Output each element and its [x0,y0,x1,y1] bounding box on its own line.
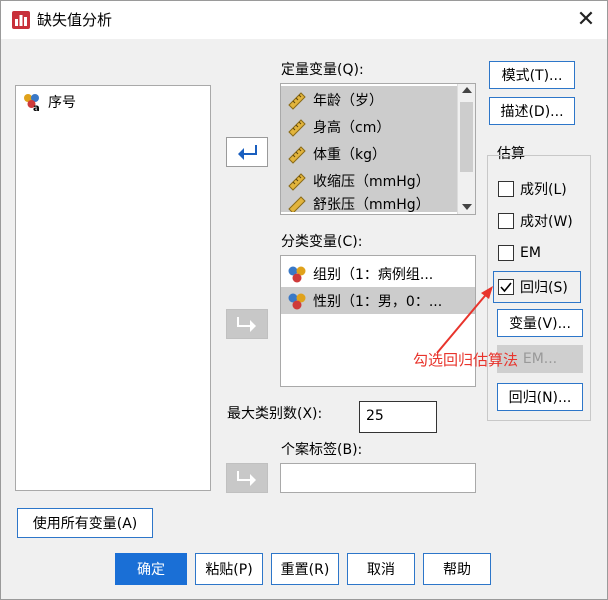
list-item-label: 年龄（岁） [313,92,383,109]
use-all-variables-button[interactable]: 使用所有变量(A) [17,508,153,538]
em-checkbox[interactable] [498,245,514,261]
em-label: EM [520,245,541,261]
case-label-label: 个案标签(B): [281,442,363,458]
list-item[interactable]: 年龄（岁） [281,86,457,113]
checkmark-icon [500,282,512,293]
variables-button[interactable]: 变量(V)... [497,309,583,337]
list-item[interactable]: 体重（kg） [281,140,457,167]
arrow-left-icon [238,145,257,160]
listwise-option[interactable]: 成列(L) [498,179,567,199]
arrow-right-icon [237,471,256,486]
close-icon[interactable]: ✕ [573,7,599,33]
list-item[interactable]: 收缩压（mmHg） [281,167,457,194]
max-categories-input[interactable]: 25 [359,401,437,433]
source-variable-list[interactable]: a 序号 [15,85,211,491]
list-item-label: 身高（cm） [313,119,391,136]
help-button[interactable]: 帮助 [423,553,491,585]
scale-variable-icon [288,118,306,137]
scale-variable-icon [288,145,306,164]
pairwise-option[interactable]: 成对(W) [498,211,573,231]
paste-button[interactable]: 粘贴(P) [195,553,263,585]
nominal-variable-icon: a [24,93,40,112]
move-to-quantitative-button[interactable] [226,137,268,167]
regression-option[interactable]: 回归(S) [498,277,568,297]
arrow-right-icon [237,317,256,332]
list-item-label: 收缩压（mmHg） [313,173,430,190]
scroll-up-icon[interactable] [462,87,472,93]
quantitative-label: 定量变量(Q): [281,62,364,78]
list-item-label: 性别（1：男，0：... [313,293,443,310]
nominal-variable-icon [288,266,306,282]
list-item-label: 序号 [48,94,76,111]
scroll-down-icon[interactable] [462,204,472,210]
listwise-label: 成列(L) [520,182,567,198]
annotation-text: 勾选回归估算法 [413,351,519,369]
ok-button[interactable]: 确定 [115,553,187,585]
pairwise-checkbox[interactable] [498,213,514,229]
list-item-label: 体重（kg） [313,146,386,163]
annotation-arrow [436,286,493,354]
scale-variable-icon [288,172,306,191]
pairwise-label: 成对(W) [520,214,573,230]
svg-text:a: a [33,103,40,112]
regression-label: 回归(S) [520,280,568,296]
list-item-label: 舒张压（mmHg） [313,197,430,212]
describe-button[interactable]: 描述(D)... [489,97,575,125]
nominal-variable-icon [288,293,306,309]
listwise-checkbox[interactable] [498,181,514,197]
list-item-label: 组别（1：病例组... [313,266,434,283]
move-to-case-label-button[interactable] [226,463,268,493]
scroll-thumb[interactable] [460,102,473,172]
cancel-button[interactable]: 取消 [347,553,415,585]
title-bar: 缺失值分析 ✕ [1,1,607,39]
list-item[interactable]: a 序号 [16,88,210,115]
app-icon [12,11,30,29]
patterns-button[interactable]: 模式(T)... [489,61,575,89]
case-label-field[interactable] [280,463,476,493]
scale-variable-icon [288,91,306,110]
scale-variable-icon [288,196,306,212]
vertical-scrollbar[interactable] [457,84,475,214]
move-to-categorical-button[interactable] [226,309,268,339]
regression-settings-button[interactable]: 回归(N)... [497,383,583,411]
missing-value-analysis-dialog: 缺失值分析 ✕ a 序号 定量变量(Q): 年龄（岁） 身高（cm） 体重（kg… [0,0,608,600]
list-item[interactable]: 身高（cm） [281,113,457,140]
categorical-label: 分类变量(C): [281,234,363,250]
max-categories-label: 最大类别数(X): [227,406,323,422]
reset-button[interactable]: 重置(R) [271,553,339,585]
em-option[interactable]: EM [498,243,541,263]
window-title: 缺失值分析 [37,11,113,29]
list-item[interactable]: 舒张压（mmHg） [281,194,457,212]
quantitative-variable-list[interactable]: 年龄（岁） 身高（cm） 体重（kg） 收缩压（mmHg） 舒张压（mmHg） [280,83,476,215]
